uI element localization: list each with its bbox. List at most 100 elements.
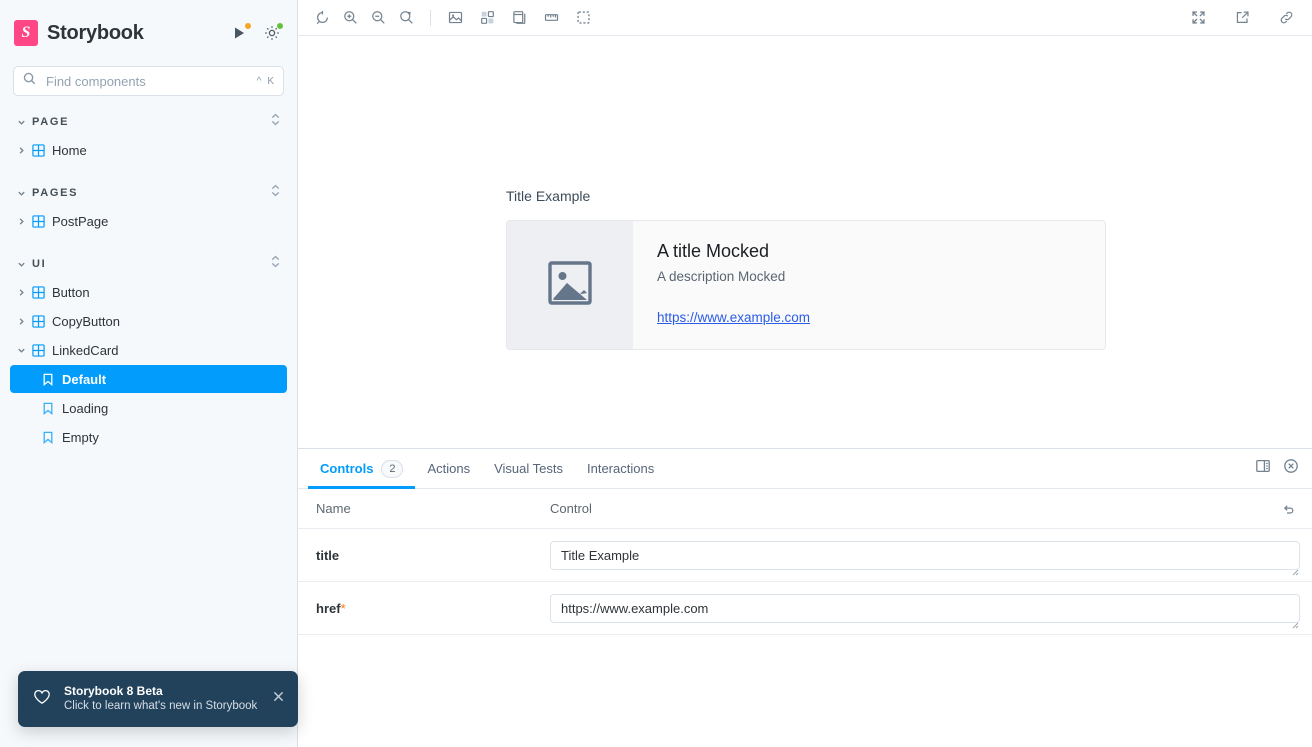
reset-controls-icon[interactable] xyxy=(1276,501,1300,516)
close-panel-icon[interactable] xyxy=(1283,458,1299,479)
tab-controls[interactable]: Controls 2 xyxy=(308,449,416,489)
chevron-right-icon xyxy=(14,288,28,297)
tree-item-home[interactable]: Home xyxy=(10,136,287,164)
tab-visual-tests-label: Visual Tests xyxy=(494,461,563,476)
card-title: A title Mocked xyxy=(657,241,770,261)
sidebar-header-icons xyxy=(231,22,284,42)
backgrounds-icon[interactable] xyxy=(441,5,469,31)
card-image-area xyxy=(507,221,633,349)
tree-item-story-loading[interactable]: Loading xyxy=(10,394,287,422)
zoom-reset-icon[interactable] xyxy=(392,5,420,31)
linked-card[interactable]: A title Mocked A description Mocked http… xyxy=(506,220,1106,350)
column-header-control: Control xyxy=(550,501,592,516)
href-control-input[interactable] xyxy=(550,593,1300,623)
toast-title: Storybook 8 Beta xyxy=(64,684,163,698)
toast-subtitle: Click to learn what's new in Storybook xyxy=(64,700,258,712)
story-root: Title Example A title Mocked A descripti… xyxy=(298,36,1312,350)
storybook-logo[interactable]: S Storybook xyxy=(14,20,231,46)
tree-section-pages[interactable]: PAGES xyxy=(10,179,287,207)
tab-interactions-label: Interactions xyxy=(587,461,655,476)
expand-collapse-all-icon[interactable] xyxy=(270,113,281,131)
tree-item-label: Button xyxy=(52,284,90,300)
expand-collapse-all-icon[interactable] xyxy=(270,255,281,273)
tree-item-label: Empty xyxy=(62,429,99,445)
sidebar: S Storybook Find components ^ K PAGE Hom… xyxy=(0,0,298,747)
chevron-down-icon xyxy=(14,189,28,198)
search-input[interactable] xyxy=(44,72,249,90)
tab-controls-label: Controls xyxy=(320,461,374,476)
outline-icon[interactable] xyxy=(569,5,597,31)
tree-item-story-empty[interactable]: Empty xyxy=(10,423,287,451)
card-body: A title Mocked A description Mocked http… xyxy=(633,221,1105,349)
control-name-href: href* xyxy=(298,601,550,616)
component-icon xyxy=(28,343,48,357)
tree-item-label: Default xyxy=(62,371,107,387)
settings-gear-icon[interactable] xyxy=(263,22,284,42)
control-field-title xyxy=(550,540,1300,575)
tab-interactions[interactable]: Interactions xyxy=(575,449,666,488)
tree-section-page[interactable]: PAGE xyxy=(10,108,287,136)
zoom-out-icon[interactable] xyxy=(364,5,392,31)
theme-icon[interactable] xyxy=(505,5,533,31)
copy-link-icon[interactable] xyxy=(1272,5,1300,31)
component-icon xyxy=(28,314,48,328)
column-header-name: Name xyxy=(316,501,351,516)
tree-item-linkedcard[interactable]: LinkedCard xyxy=(10,336,287,364)
grid-icon[interactable] xyxy=(473,5,501,31)
panel-position-icon[interactable] xyxy=(1255,458,1271,479)
sidebar-header: S Storybook xyxy=(0,0,297,66)
settings-badge-dot xyxy=(276,22,284,30)
storybook-brand-label: Storybook xyxy=(47,21,144,44)
panel-action-icons xyxy=(1255,449,1312,488)
remount-icon[interactable] xyxy=(308,5,336,31)
story-bookmark-icon xyxy=(38,431,58,444)
story-bookmark-icon xyxy=(38,402,58,415)
search-shortcut-hint: ^ K xyxy=(257,76,274,87)
close-icon[interactable] xyxy=(271,689,286,709)
expand-collapse-all-icon[interactable] xyxy=(270,184,281,202)
whats-new-toast[interactable]: Storybook 8 Beta Click to learn what's n… xyxy=(18,671,298,727)
shortcut-key: K xyxy=(267,75,274,87)
tab-actions[interactable]: Actions xyxy=(415,449,482,488)
tree-item-button[interactable]: Button xyxy=(10,278,287,306)
chevron-right-icon xyxy=(14,146,28,155)
component-icon xyxy=(28,143,48,157)
toolbar-addons-group xyxy=(441,5,597,31)
tree-item-label: LinkedCard xyxy=(52,342,119,358)
card-link[interactable]: https://www.example.com xyxy=(657,310,810,325)
required-marker: * xyxy=(340,600,346,616)
toolbar-separator xyxy=(430,9,431,26)
table-row: href* xyxy=(298,582,1312,635)
control-label: title xyxy=(316,547,340,563)
search-icon xyxy=(23,72,36,90)
storybook-logo-mark: S xyxy=(14,20,38,46)
chevron-right-icon xyxy=(14,217,28,226)
controls-table: Name Control title Title Example href* h… xyxy=(298,489,1312,635)
tree-section-label: PAGES xyxy=(32,187,79,199)
story-heading: Title Example xyxy=(506,188,591,204)
controls-count-badge: 2 xyxy=(381,459,404,478)
open-new-tab-icon[interactable] xyxy=(1228,5,1256,31)
tree-item-label: CopyButton xyxy=(52,313,120,329)
title-control-input[interactable] xyxy=(550,540,1300,570)
whats-new-badge-dot xyxy=(244,22,252,30)
tree-section-ui[interactable]: UI xyxy=(10,250,287,278)
tab-visual-tests[interactable]: Visual Tests xyxy=(482,449,575,488)
tree-section-label: PAGE xyxy=(32,116,70,128)
control-name-title: title xyxy=(298,548,550,563)
measure-icon[interactable] xyxy=(537,5,565,31)
search-box[interactable]: ^ K xyxy=(13,66,284,96)
story-preview: Title Example A title Mocked A descripti… xyxy=(298,36,1312,448)
tree-item-postpage[interactable]: PostPage xyxy=(10,207,287,235)
story-bookmark-icon xyxy=(38,373,58,386)
tree-item-story-default[interactable]: Default xyxy=(10,365,287,393)
addon-panel-tabs: Controls 2 Actions Visual Tests Interact… xyxy=(298,449,1312,489)
tree-item-copybutton[interactable]: CopyButton xyxy=(10,307,287,335)
fullscreen-icon[interactable] xyxy=(1184,5,1212,31)
tree-item-label: PostPage xyxy=(52,213,109,229)
tab-actions-label: Actions xyxy=(427,461,471,476)
whats-new-icon[interactable] xyxy=(231,22,252,42)
zoom-in-icon[interactable] xyxy=(336,5,364,31)
shortcut-modifier: ^ xyxy=(256,75,262,87)
